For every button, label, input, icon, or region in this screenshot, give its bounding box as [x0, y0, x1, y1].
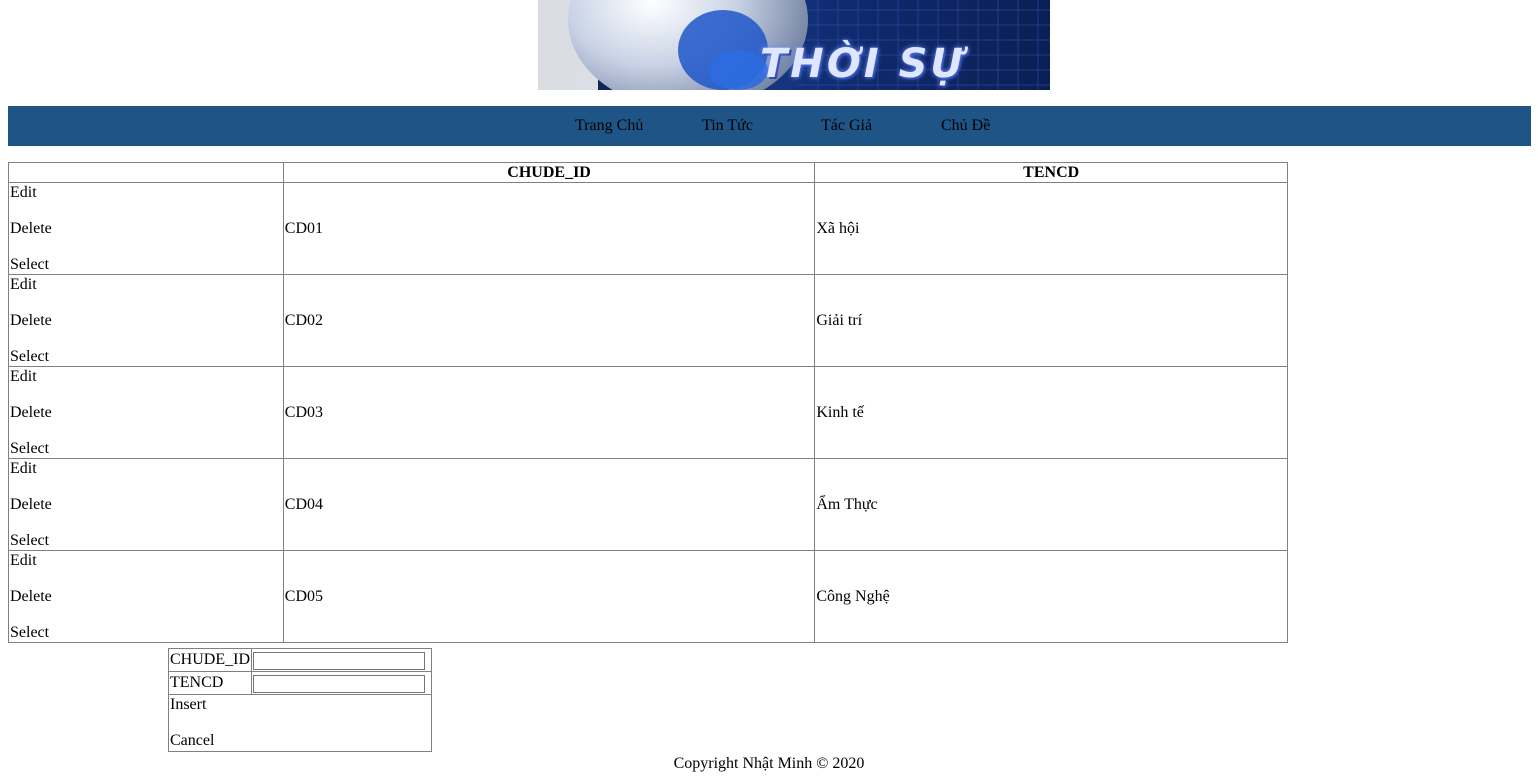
- tencd-label: TENCD: [168, 671, 252, 695]
- cancel-link[interactable]: Cancel: [170, 732, 430, 750]
- cell-chude-id: CD05: [282, 550, 816, 643]
- edit-link[interactable]: Edit: [10, 460, 282, 478]
- header-tencd: TENCD: [814, 162, 1288, 183]
- row-commands: Edit Delete Select: [8, 550, 284, 643]
- delete-link[interactable]: Delete: [10, 312, 282, 330]
- nav-link-home[interactable]: Trang Chủ: [575, 106, 643, 146]
- chude-id-label: CHUDE_ID: [168, 648, 252, 672]
- banner-title: THỜI SỰ: [760, 41, 966, 87]
- cell-chude-id: CD01: [282, 182, 816, 275]
- cell-tencd: Giải trí: [814, 274, 1288, 367]
- chude-id-input[interactable]: [253, 651, 425, 670]
- delete-link[interactable]: Delete: [10, 588, 282, 606]
- table-row: Edit Delete Select CD01 Xã hội: [8, 182, 1288, 275]
- cell-chude-id: CD02: [282, 274, 816, 367]
- cell-tencd: Kinh tế: [814, 366, 1288, 459]
- delete-link[interactable]: Delete: [10, 404, 282, 422]
- insert-form: CHUDE_ID TENCD Insert Cancel: [168, 648, 432, 752]
- header-commands: [8, 162, 284, 183]
- row-commands: Edit Delete Select: [8, 458, 284, 551]
- cell-tencd: Công Nghệ: [814, 550, 1288, 643]
- cell-chude-id: CD04: [282, 458, 816, 551]
- banner-image: THỜI SỰ: [538, 0, 1050, 90]
- delete-link[interactable]: Delete: [10, 220, 282, 238]
- cell-tencd: Xã hội: [814, 182, 1288, 275]
- footer-copyright: Copyright Nhật Minh © 2020: [673, 755, 865, 772]
- chude-id-input-cell: [251, 648, 432, 672]
- select-link[interactable]: Select: [10, 532, 282, 550]
- grid-header-row: CHUDE_ID TENCD: [8, 162, 1288, 183]
- tencd-input[interactable]: [253, 674, 425, 693]
- nav-link-topics[interactable]: Chủ Đề: [941, 106, 990, 146]
- delete-link[interactable]: Delete: [10, 496, 282, 514]
- table-row: Edit Delete Select CD02 Giải trí: [8, 274, 1288, 367]
- header-chude-id: CHUDE_ID: [282, 162, 816, 183]
- nav-bar: Trang Chủ Tin Tức Tác Giả Chủ Đề: [8, 106, 1531, 146]
- table-row: Edit Delete Select CD04 Ẩm Thực: [8, 458, 1288, 551]
- nav-link-authors[interactable]: Tác Giả: [821, 106, 872, 146]
- select-link[interactable]: Select: [10, 624, 282, 642]
- row-commands: Edit Delete Select: [8, 182, 284, 275]
- select-link[interactable]: Select: [10, 440, 282, 458]
- edit-link[interactable]: Edit: [10, 552, 282, 570]
- table-row: Edit Delete Select CD05 Công Nghệ: [8, 550, 1288, 643]
- cell-tencd: Ẩm Thực: [814, 458, 1288, 551]
- select-link[interactable]: Select: [10, 256, 282, 274]
- table-row: Edit Delete Select CD03 Kinh tế: [8, 366, 1288, 459]
- nav-link-news[interactable]: Tin Tức: [702, 106, 753, 146]
- edit-link[interactable]: Edit: [10, 368, 282, 386]
- select-link[interactable]: Select: [10, 348, 282, 366]
- insert-link[interactable]: Insert: [170, 696, 430, 714]
- cell-chude-id: CD03: [282, 366, 816, 459]
- edit-link[interactable]: Edit: [10, 276, 282, 294]
- tencd-input-cell: [251, 671, 432, 695]
- row-commands: Edit Delete Select: [8, 274, 284, 367]
- form-commands: Insert Cancel: [168, 694, 432, 752]
- topics-grid: CHUDE_ID TENCD Edit Delete Select CD01 X…: [8, 162, 1288, 643]
- row-commands: Edit Delete Select: [8, 366, 284, 459]
- edit-link[interactable]: Edit: [10, 184, 282, 202]
